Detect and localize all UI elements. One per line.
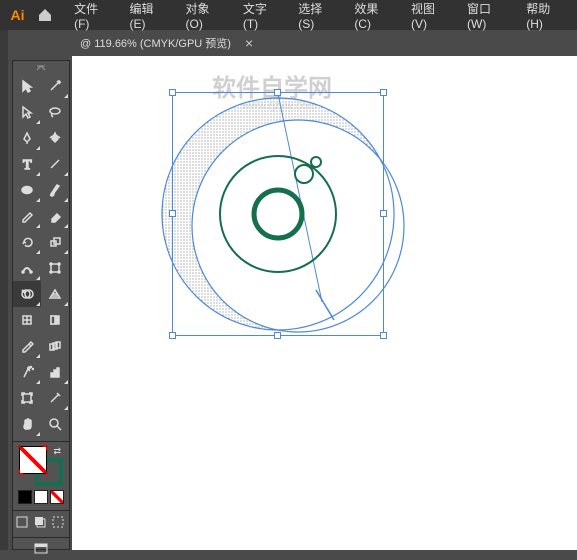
curvature-tool[interactable]	[41, 125, 69, 151]
app-logo: Ai	[4, 3, 31, 27]
fill-swatch[interactable]	[19, 446, 47, 474]
selection-handle-e[interactable]	[380, 210, 387, 217]
type-tool[interactable]: T	[13, 151, 41, 177]
pen-tool[interactable]	[13, 125, 41, 151]
draw-behind-icon[interactable]	[33, 515, 49, 531]
selection-tool[interactable]	[13, 73, 41, 99]
left-panel-area: T ⇄	[0, 30, 72, 550]
scale-tool[interactable]	[41, 229, 69, 255]
selection-handle-n[interactable]	[274, 89, 281, 96]
menu-type[interactable]: 文字(T)	[235, 0, 288, 35]
color-swatch-black[interactable]	[18, 490, 32, 504]
mini-swatches	[18, 490, 64, 504]
menu-edit[interactable]: 编辑(E)	[122, 0, 176, 35]
selection-handle-nw[interactable]	[169, 89, 176, 96]
free-transform-tool[interactable]	[41, 255, 69, 281]
line-tool[interactable]	[41, 151, 69, 177]
hand-tool[interactable]	[13, 411, 41, 437]
direct-selection-tool[interactable]	[13, 99, 41, 125]
panel-strip	[0, 30, 8, 550]
paintbrush-tool[interactable]	[41, 177, 69, 203]
screen-mode[interactable]	[13, 537, 69, 556]
menu-bar-container: Ai 文件(F) 编辑(E) 对象(O) 文字(T) 选择(S) 效果(C) 视…	[0, 0, 577, 30]
swap-fill-stroke-icon[interactable]: ⇄	[53, 446, 61, 457]
lasso-tool[interactable]	[41, 99, 69, 125]
document-tab[interactable]: @ 119.66% (CMYK/GPU 预览) ×	[72, 31, 265, 55]
eyedropper-tool[interactable]	[13, 333, 41, 359]
rotate-tool[interactable]	[13, 229, 41, 255]
menu-object[interactable]: 对象(O)	[178, 0, 233, 35]
ellipse-tool[interactable]	[13, 177, 41, 203]
home-icon[interactable]	[31, 1, 58, 29]
mesh-tool[interactable]	[13, 307, 41, 333]
tool-grid: T	[13, 73, 69, 437]
menu-effect[interactable]: 效果(C)	[346, 0, 401, 35]
magic-wand-tool[interactable]	[41, 73, 69, 99]
selection-handle-sw[interactable]	[169, 332, 176, 339]
close-icon[interactable]: ×	[241, 35, 257, 51]
pencil-tool[interactable]	[13, 203, 41, 229]
artboard-tool[interactable]	[13, 385, 41, 411]
eraser-tool[interactable]	[41, 203, 69, 229]
tools-collapse-handle[interactable]	[13, 63, 69, 73]
blend-tool[interactable]	[41, 333, 69, 359]
color-controls: ⇄	[13, 441, 69, 560]
draw-normal-icon[interactable]	[15, 515, 31, 531]
column-graph-tool[interactable]	[41, 359, 69, 385]
menu-file[interactable]: 文件(F)	[66, 0, 119, 35]
selection-handle-se[interactable]	[380, 332, 387, 339]
menu-bar: 文件(F) 编辑(E) 对象(O) 文字(T) 选择(S) 效果(C) 视图(V…	[66, 0, 573, 35]
svg-text:T: T	[23, 158, 32, 171]
symbol-sprayer-tool[interactable]	[13, 359, 41, 385]
canvas[interactable]: 软件自学网 www.rjzxw.com	[72, 56, 577, 550]
fill-stroke-swatch[interactable]: ⇄	[19, 446, 63, 486]
perspective-grid-tool[interactable]	[41, 281, 69, 307]
shape-builder-tool[interactable]	[13, 281, 41, 307]
document-tab-label: @ 119.66% (CMYK/GPU 预览)	[80, 35, 231, 51]
draw-inside-icon[interactable]	[51, 515, 67, 531]
menu-window[interactable]: 窗口(W)	[459, 0, 516, 35]
width-tool[interactable]	[13, 255, 41, 281]
gradient-tool[interactable]	[41, 307, 69, 333]
selection-bounding-box[interactable]	[172, 92, 384, 336]
selection-handle-ne[interactable]	[380, 89, 387, 96]
zoom-tool[interactable]	[41, 411, 69, 437]
selection-handle-s[interactable]	[274, 332, 281, 339]
logo-text: Ai	[11, 7, 25, 23]
tools-panel: T ⇄	[12, 60, 70, 550]
menu-help[interactable]: 帮助(H)	[518, 0, 573, 35]
menu-view[interactable]: 视图(V)	[403, 0, 457, 35]
color-swatch-none[interactable]	[50, 490, 64, 504]
selection-handle-w[interactable]	[169, 210, 176, 217]
slice-tool[interactable]	[41, 385, 69, 411]
draw-modes	[13, 510, 69, 531]
color-swatch-white[interactable]	[34, 490, 48, 504]
menu-select[interactable]: 选择(S)	[290, 0, 344, 35]
